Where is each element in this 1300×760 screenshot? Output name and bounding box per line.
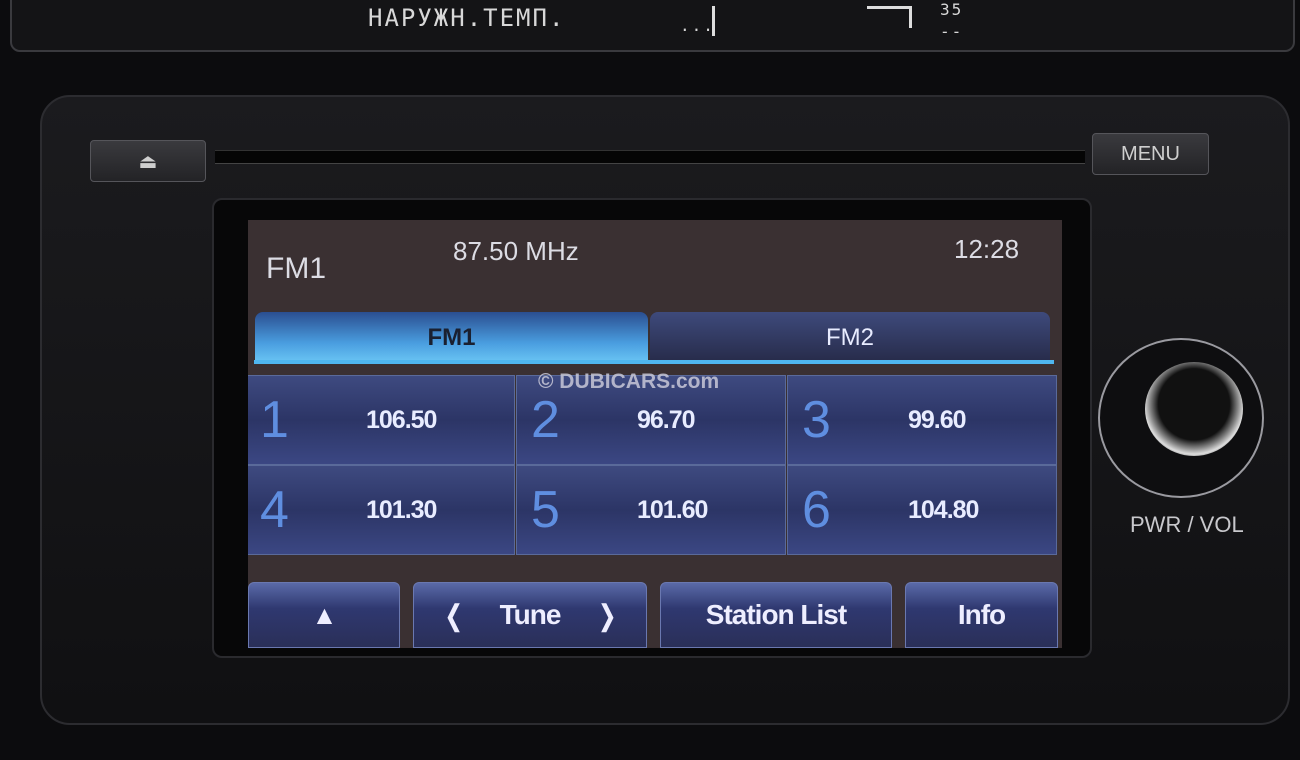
band-label: FM1 bbox=[266, 252, 326, 285]
preset-number: 3 bbox=[802, 391, 831, 449]
gauge-value: 35 bbox=[940, 0, 964, 19]
preset-number: 5 bbox=[531, 481, 560, 539]
preset-button-5[interactable]: 5 101.60 bbox=[516, 465, 786, 555]
preset-frequency: 106.50 bbox=[366, 406, 437, 434]
menu-label: MENU bbox=[1121, 142, 1180, 165]
preset-number: 4 bbox=[260, 481, 289, 539]
preset-button-1[interactable]: 1 106.50 bbox=[248, 375, 515, 465]
seek-up-button[interactable]: ▲ bbox=[248, 582, 400, 648]
info-label: Info bbox=[957, 599, 1006, 630]
preset-number: 6 bbox=[802, 481, 831, 539]
gauge-value-2: -- bbox=[940, 22, 964, 41]
triangle-up-icon: ▲ bbox=[311, 599, 338, 630]
preset-button-4[interactable]: 4 101.30 bbox=[248, 465, 515, 555]
tab-fm2[interactable]: FM2 bbox=[650, 312, 1050, 364]
preset-frequency: 101.60 bbox=[637, 496, 708, 524]
tab-label: FM1 bbox=[427, 324, 476, 351]
eject-icon: ⏏ bbox=[138, 150, 158, 173]
tab-fm1[interactable]: FM1 bbox=[255, 312, 648, 364]
instrument-display: НАРУЖН.ТЕМП. ... 35 -- bbox=[10, 0, 1295, 52]
tab-underline bbox=[254, 360, 1054, 364]
cd-slot bbox=[215, 150, 1085, 164]
watermark: © DUBICARS.com bbox=[538, 370, 720, 393]
preset-frequency: 99.60 bbox=[908, 406, 967, 434]
station-list-label: Station List bbox=[705, 599, 847, 630]
preset-frequency: 104.80 bbox=[908, 496, 979, 524]
preset-number: 2 bbox=[531, 391, 560, 449]
info-button[interactable]: Info bbox=[905, 582, 1058, 648]
tune-button[interactable]: ❬ Tune ❭ bbox=[413, 582, 647, 648]
gauge-icon bbox=[867, 6, 912, 28]
pwr-vol-knob[interactable] bbox=[1145, 362, 1243, 456]
clock: 12:28 bbox=[954, 234, 1020, 264]
station-list-button[interactable]: Station List bbox=[660, 582, 892, 648]
lcd-divider bbox=[712, 6, 715, 36]
chevron-left-icon[interactable]: ❬ bbox=[442, 599, 465, 632]
menu-button[interactable]: MENU bbox=[1092, 133, 1209, 175]
preset-frequency: 101.30 bbox=[366, 496, 437, 524]
preset-number: 1 bbox=[260, 391, 289, 449]
outside-temp-label: НАРУЖН.ТЕМП. bbox=[368, 4, 566, 32]
touchscreen: FM1 87.50 MHz 12:28 FM1 FM2 1 106.50 2 96.7… bbox=[248, 220, 1062, 648]
eject-button[interactable]: ⏏ bbox=[90, 140, 206, 182]
chevron-right-icon[interactable]: ❭ bbox=[596, 599, 619, 632]
tab-label: FM2 bbox=[826, 324, 874, 351]
preset-frequency: 96.70 bbox=[637, 406, 696, 434]
frequency-display: 87.50 MHz bbox=[453, 236, 579, 266]
preset-button-3[interactable]: 3 99.60 bbox=[787, 375, 1057, 465]
tune-label: Tune bbox=[499, 599, 562, 630]
preset-button-6[interactable]: 6 104.80 bbox=[787, 465, 1057, 555]
knob-label: PWR / VOL bbox=[1130, 512, 1244, 537]
temp-value: ... bbox=[680, 16, 715, 35]
